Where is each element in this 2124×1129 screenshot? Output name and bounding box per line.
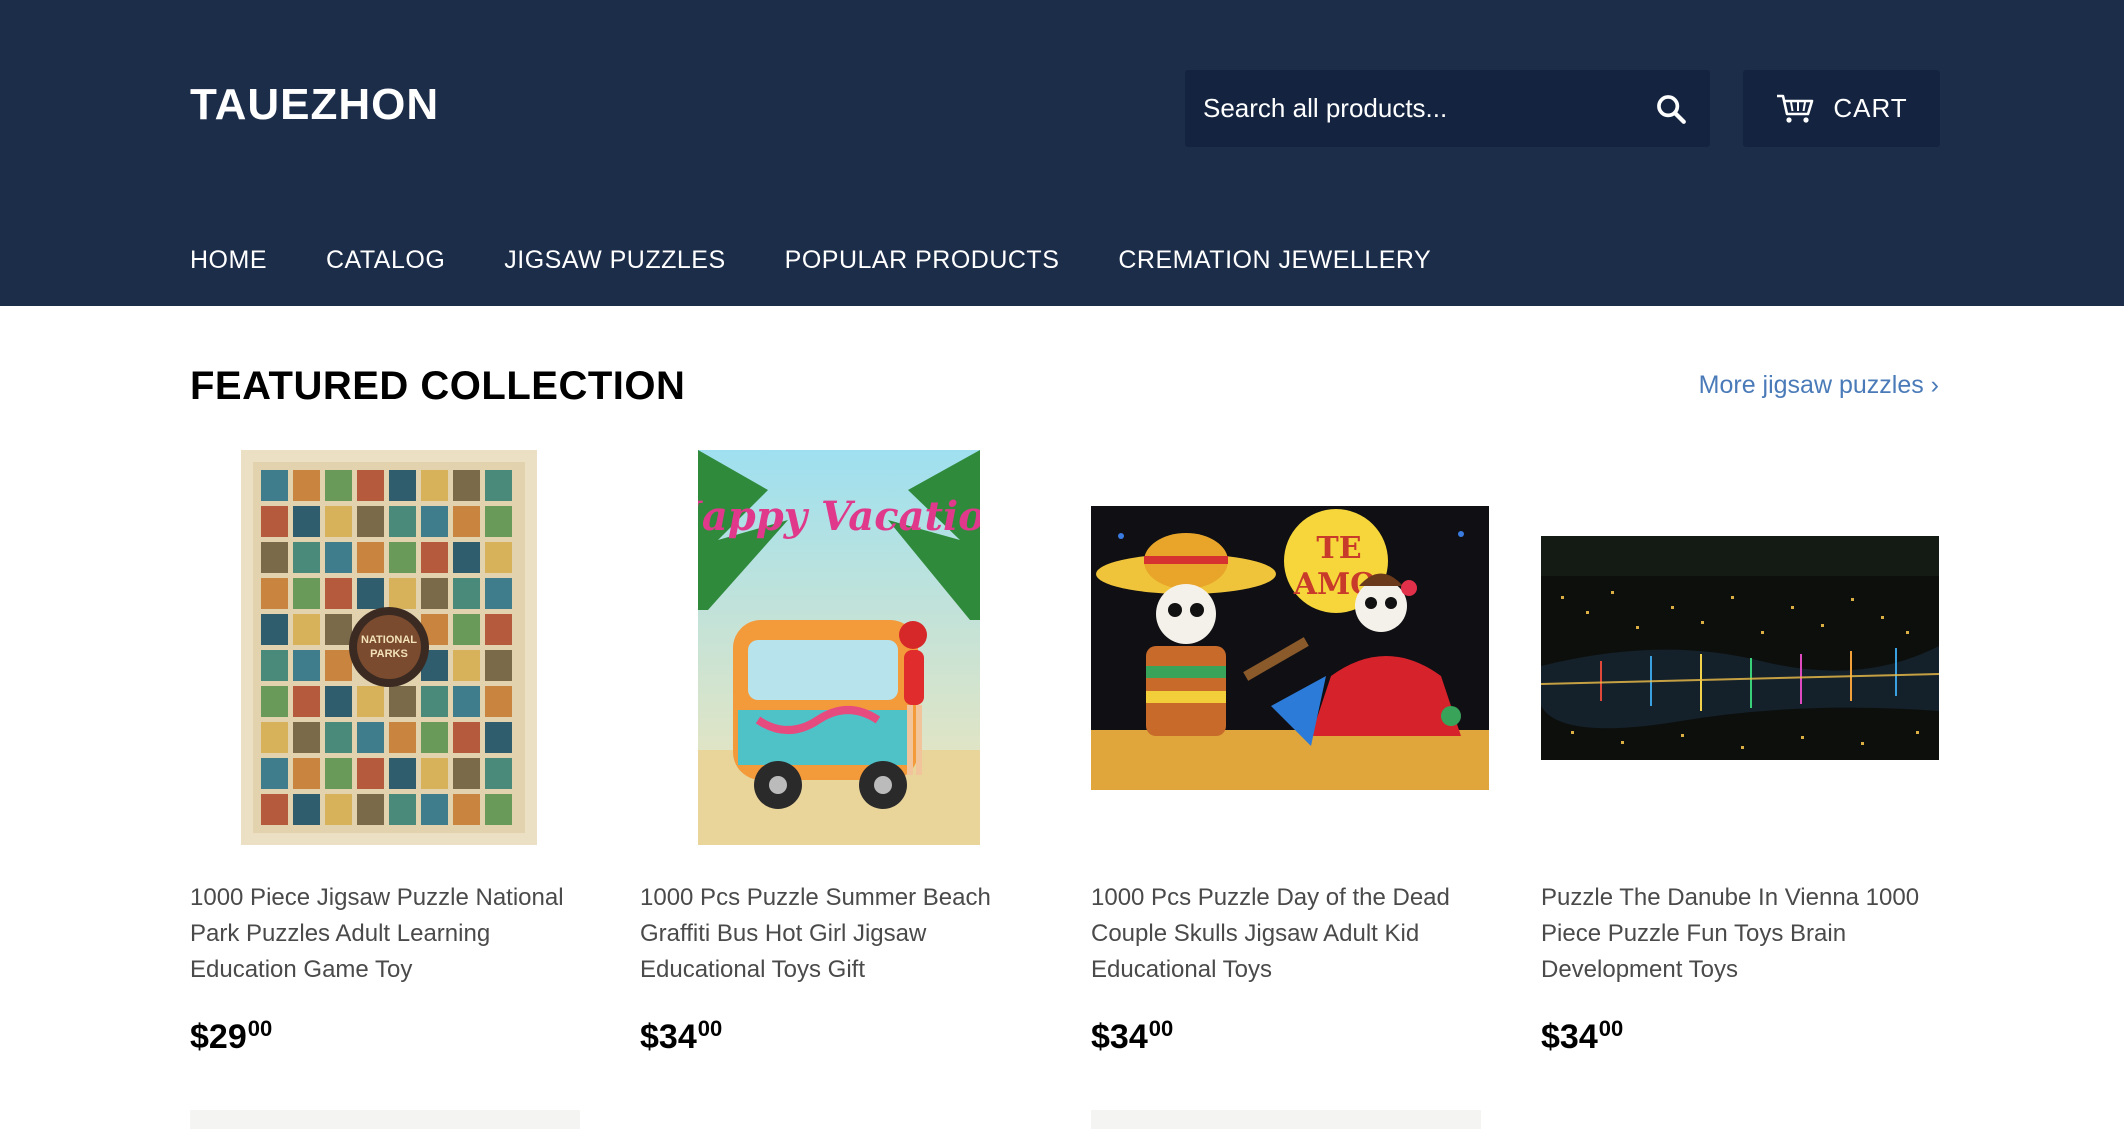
product-image-summer-beach-bus[interactable]: Happy Vacation — [698, 450, 980, 845]
product-price: $34 00 — [1541, 1016, 1624, 1057]
cart-label: CART — [1833, 93, 1908, 123]
product-title[interactable]: 1000 Piece Jigsaw Puzzle National Park P… — [190, 880, 588, 988]
product-card[interactable]: TE AMO 1000 Pcs Puzzle Day of the Dead C… — [1091, 450, 1489, 1057]
product-price: $34 00 — [640, 1016, 723, 1057]
product-image-national-parks[interactable]: NATIONAL PARKS — [241, 450, 537, 845]
search-input[interactable] — [1203, 70, 1623, 147]
nav-item-cremation-jewellery[interactable]: CREMATION JEWELLERY — [1118, 246, 1431, 275]
store-logo[interactable]: TAUEZHON — [190, 80, 439, 130]
product-title[interactable]: 1000 Pcs Puzzle Day of the Dead Couple S… — [1091, 880, 1489, 988]
product-image-day-of-the-dead[interactable]: TE AMO — [1091, 505, 1489, 790]
nav-item-home[interactable]: HOME — [190, 246, 267, 275]
svg-text:PARKS: PARKS — [370, 648, 408, 660]
product-card[interactable]: Happy Vacation 1000 Pcs Puzzle Summer Be… — [640, 450, 1038, 1057]
section-title: FEATURED COLLECTION — [190, 364, 686, 408]
search-icon — [1657, 95, 1686, 124]
next-row-product-image — [1091, 1110, 1481, 1129]
cart-icon — [1775, 93, 1815, 125]
product-price: $29 00 — [190, 1016, 273, 1057]
nav-item-jigsaw-puzzles[interactable]: JIGSAW PUZZLES — [504, 246, 725, 275]
product-image-danube-vienna[interactable] — [1541, 535, 1939, 760]
product-card[interactable]: NATIONAL PARKS 1000 Piece Jigsaw Puzzle … — [190, 450, 588, 1057]
search-bar — [1185, 70, 1710, 147]
site-header: TAUEZHON CART HOME CATALOG JIGSAW PUZZLE… — [0, 0, 2124, 306]
nav-item-catalog[interactable]: CATALOG — [326, 246, 445, 275]
svg-text:TE: TE — [1316, 531, 1361, 566]
cart-button[interactable]: CART — [1743, 70, 1940, 147]
product-grid: NATIONAL PARKS 1000 Piece Jigsaw Puzzle … — [190, 450, 1940, 1056]
more-jigsaw-puzzles-link[interactable]: More jigsaw puzzles › — [1699, 371, 1939, 400]
main-nav: HOME CATALOG JIGSAW PUZZLES POPULAR PROD… — [190, 246, 1431, 275]
product-price: $34 00 — [1091, 1016, 1174, 1057]
product-card[interactable]: Puzzle The Danube In Vienna 1000 Piece P… — [1541, 450, 1939, 1057]
search-button[interactable] — [1644, 82, 1698, 136]
svg-text:Happy Vacation: Happy Vacation — [698, 493, 980, 540]
product-title[interactable]: Puzzle The Danube In Vienna 1000 Piece P… — [1541, 880, 1939, 988]
svg-text:NATIONAL: NATIONAL — [361, 634, 417, 646]
product-title[interactable]: 1000 Pcs Puzzle Summer Beach Graffiti Bu… — [640, 880, 1038, 988]
next-row-product-image — [190, 1110, 580, 1129]
nav-item-popular-products[interactable]: POPULAR PRODUCTS — [785, 246, 1060, 275]
